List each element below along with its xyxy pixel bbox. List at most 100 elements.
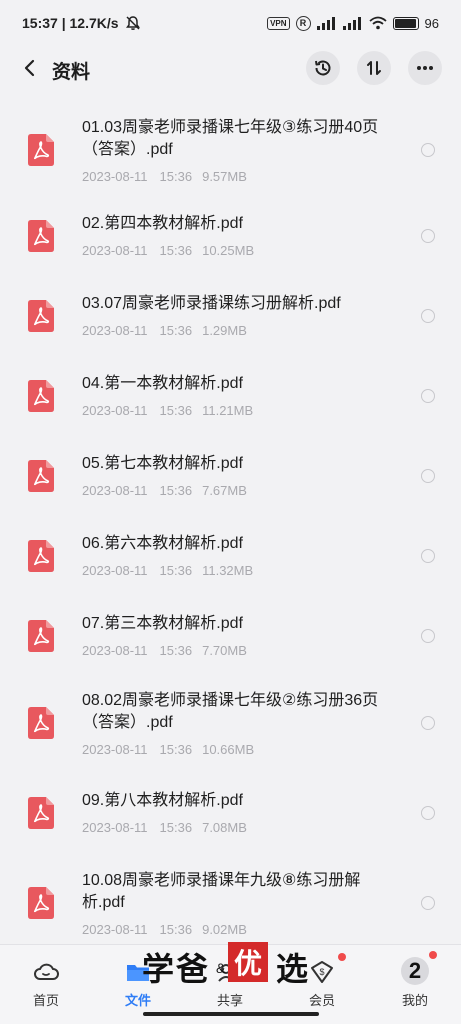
file-time: 15:36 <box>159 563 193 578</box>
vpn-badge: VPN <box>267 16 290 30</box>
file-row[interactable]: 04.第一本教材解析.pdf 2023-08-11 15:36 11.21MB <box>0 373 461 429</box>
file-name: 07.第三本教材解析.pdf <box>82 615 243 632</box>
file-name: 04.第一本教材解析.pdf <box>82 375 243 392</box>
select-checkbox[interactable] <box>421 309 435 323</box>
battery-fill <box>394 18 416 28</box>
file-name: 10.08周豪老师录播课年九级⑧练习册解析.pdf <box>82 872 361 911</box>
mute-bell-icon <box>125 16 140 30</box>
signal-icon <box>316 16 335 30</box>
pdf-file-icon <box>28 220 54 252</box>
back-button[interactable] <box>16 54 44 82</box>
file-size: 7.08MB <box>202 820 247 835</box>
cloud-icon <box>34 963 59 980</box>
file-date: 2023-08-11 <box>82 563 148 578</box>
file-name: 09.第八本教材解析.pdf <box>82 792 243 809</box>
file-size: 7.70MB <box>202 643 247 658</box>
file-row[interactable]: 03.07周豪老师录播课练习册解析.pdf 2023-08-11 15:36 1.29… <box>0 293 461 349</box>
chevron-left-icon <box>24 59 35 77</box>
pdf-file-icon <box>28 540 54 572</box>
pdf-file-icon <box>28 300 54 332</box>
signal-icon-2 <box>342 16 361 30</box>
more-icon <box>417 66 433 70</box>
nav-home[interactable]: 首页 <box>0 945 92 1009</box>
watermark-logo: 学爸 & 优 选 <box>140 942 340 988</box>
header: 资料 <box>0 46 461 92</box>
file-row[interactable]: 10.08周豪老师录播课年九级⑧练习册解析.pdf 2023-08-11 15:36… <box>0 870 461 948</box>
file-name: 08.02周豪老师录播课七年级②练习册36页（答案）.pdf <box>82 692 379 731</box>
file-time: 15:36 <box>159 742 193 757</box>
file-row[interactable]: 07.第三本教材解析.pdf 2023-08-11 15:36 7.70MB <box>0 613 461 669</box>
select-checkbox[interactable] <box>421 716 435 730</box>
select-checkbox[interactable] <box>421 896 435 910</box>
wifi-icon <box>368 16 387 30</box>
watermark-amp: & <box>216 960 226 976</box>
status-right: VPN R 96 <box>267 15 439 31</box>
file-date: 2023-08-11 <box>82 483 148 498</box>
page-title: 资料 <box>52 62 91 83</box>
watermark-text-mid: 优 <box>228 942 268 982</box>
pdf-file-icon <box>28 380 54 412</box>
file-date: 2023-08-11 <box>82 403 148 418</box>
nav-mine[interactable]: 2 我的 <box>369 945 461 1009</box>
select-checkbox[interactable] <box>421 389 435 403</box>
file-row[interactable]: 05.第七本教材解析.pdf 2023-08-11 15:36 7.67MB <box>0 453 461 509</box>
select-checkbox[interactable] <box>421 549 435 563</box>
file-time: 15:36 <box>159 243 193 258</box>
file-row[interactable]: 08.02周豪老师录播课七年级②练习册36页（答案）.pdf 2023-08-11… <box>0 690 461 768</box>
file-meta: 2023-08-11 15:36 7.67MB <box>82 483 247 498</box>
file-row[interactable]: 06.第六本教材解析.pdf 2023-08-11 15:36 11.32MB <box>0 533 461 589</box>
nav-label-vip: 会员 <box>308 993 335 1008</box>
sort-icon <box>367 61 381 75</box>
watermark-text-right: 选 <box>276 950 309 988</box>
file-row[interactable]: 09.第八本教材解析.pdf 2023-08-11 15:36 7.08MB <box>0 790 461 846</box>
avatar-text: 2 <box>408 958 422 983</box>
select-checkbox[interactable] <box>421 229 435 243</box>
select-checkbox[interactable] <box>421 629 435 643</box>
file-name: 03.07周豪老师录播课练习册解析.pdf <box>82 295 341 312</box>
more-button[interactable] <box>408 51 442 85</box>
history-icon <box>315 60 331 76</box>
file-time: 15:36 <box>159 820 193 835</box>
file-meta: 2023-08-11 15:36 10.25MB <box>82 243 254 258</box>
pdf-file-icon <box>28 797 54 829</box>
file-name: 02.第四本教材解析.pdf <box>82 215 243 232</box>
file-time: 15:36 <box>159 403 193 418</box>
nav-label-files: 文件 <box>124 993 151 1008</box>
file-size: 11.32MB <box>202 563 254 578</box>
pdf-file-icon <box>28 887 54 919</box>
file-size: 10.25MB <box>202 243 255 258</box>
select-checkbox[interactable] <box>421 143 435 157</box>
battery-percent: 96 <box>424 15 439 31</box>
status-bar: 15:37 | 12.7K/s VPN R 96 <box>0 0 461 46</box>
file-time: 15:36 <box>159 643 193 658</box>
status-time: 15:37 | 12.7K/s <box>22 15 119 31</box>
file-time: 15:36 <box>159 922 193 937</box>
nav-label-share: 共享 <box>216 993 243 1008</box>
pdf-file-icon <box>28 460 54 492</box>
sort-button[interactable] <box>357 51 391 85</box>
file-row[interactable]: 02.第四本教材解析.pdf 2023-08-11 15:36 10.25MB <box>0 213 461 269</box>
history-button[interactable] <box>306 51 340 85</box>
file-size: 10.66MB <box>202 742 255 757</box>
file-date: 2023-08-11 <box>82 323 148 338</box>
file-size: 1.29MB <box>202 323 247 338</box>
file-date: 2023-08-11 <box>82 820 148 835</box>
file-time: 15:36 <box>159 323 193 338</box>
file-meta: 2023-08-11 15:36 10.66MB <box>82 742 254 757</box>
select-checkbox[interactable] <box>421 806 435 820</box>
pdf-file-icon <box>28 707 54 739</box>
nav-label-mine: 我的 <box>401 993 428 1008</box>
file-meta: 2023-08-11 15:36 9.02MB <box>82 922 247 937</box>
file-meta: 2023-08-11 15:36 11.21MB <box>82 403 253 418</box>
pdf-file-icon <box>28 620 54 652</box>
nav-label-home: 首页 <box>32 993 59 1008</box>
file-name: 05.第七本教材解析.pdf <box>82 455 243 472</box>
file-date: 2023-08-11 <box>82 742 148 757</box>
file-size: 9.02MB <box>202 922 247 937</box>
file-meta: 2023-08-11 15:36 7.08MB <box>82 820 247 835</box>
file-date: 2023-08-11 <box>82 243 148 258</box>
file-size: 9.57MB <box>202 169 247 184</box>
select-checkbox[interactable] <box>421 469 435 483</box>
mine-notification-dot <box>429 951 437 959</box>
file-row[interactable]: 01.03周豪老师录播课七年级③练习册40页（答案）.pdf 2023-08-11… <box>0 117 461 195</box>
